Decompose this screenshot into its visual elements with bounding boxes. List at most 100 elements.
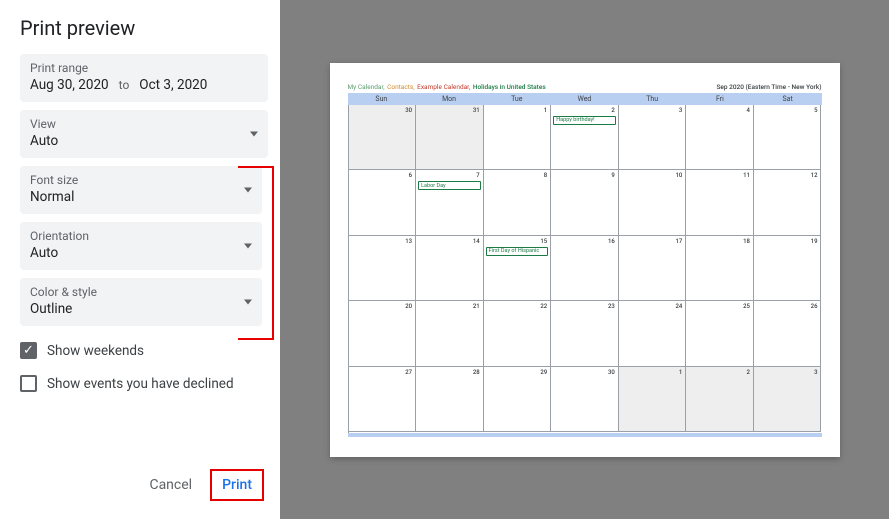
calendar-name: Contacts, — [387, 83, 416, 91]
calendar-cell: 25 — [686, 301, 754, 367]
day-number: 27 — [405, 369, 412, 376]
highlighted-dropdowns: Font size Normal Orientation Auto Color … — [20, 166, 268, 334]
dow-cell: Sun — [348, 93, 416, 105]
day-number: 8 — [544, 172, 547, 179]
day-number: 1 — [544, 107, 547, 114]
calendar-cell: 15 First Day of Hispanic — [484, 236, 552, 302]
colorstyle-dropdown[interactable]: Color & style Outline — [20, 278, 262, 326]
show-weekends-row[interactable]: ✓ Show weekends — [20, 342, 268, 359]
day-number: 4 — [747, 107, 750, 114]
day-number: 12 — [811, 172, 818, 179]
chevron-down-icon — [244, 244, 252, 249]
calendar-event: Labor Day — [418, 181, 481, 190]
calendar-cell: 10 — [619, 170, 687, 236]
fontsize-value: Normal — [30, 188, 252, 206]
calendar-event: Happy birthday! — [553, 116, 616, 125]
day-number: 18 — [743, 238, 750, 245]
range-end[interactable]: Oct 3, 2020 — [139, 76, 207, 94]
calendar-cell: 6 — [349, 170, 417, 236]
day-number: 3 — [679, 107, 682, 114]
day-number: 24 — [676, 303, 683, 310]
calendar-cell: 3 — [619, 105, 687, 171]
calendar-cell: 18 — [686, 236, 754, 302]
orientation-value: Auto — [30, 244, 252, 262]
calendar-cell: 21 — [416, 301, 484, 367]
calendar-cell: 23 — [551, 301, 619, 367]
fontsize-dropdown[interactable]: Font size Normal — [20, 166, 262, 214]
footer-accent — [348, 433, 822, 437]
day-number: 10 — [676, 172, 683, 179]
calendar-cell: 14 — [416, 236, 484, 302]
range-start[interactable]: Aug 30, 2020 — [30, 76, 109, 94]
calendar-cell: 29 — [484, 367, 552, 433]
day-number: 28 — [473, 369, 480, 376]
day-number: 19 — [811, 238, 818, 245]
calendar-name: Example Calendar, — [417, 83, 472, 91]
calendar-event: First Day of Hispanic — [486, 247, 549, 256]
day-number: 15 — [540, 238, 547, 245]
orientation-label: Orientation — [30, 228, 252, 244]
show-weekends-label: Show weekends — [47, 343, 144, 359]
calendar-cell: 2 Happy birthday! — [551, 105, 619, 171]
dow-cell: Tue — [483, 93, 551, 105]
view-dropdown[interactable]: View Auto — [20, 110, 268, 158]
day-number: 26 — [811, 303, 818, 310]
calendar-cell: 13 — [349, 236, 417, 302]
calendar-cell: 12 — [754, 170, 822, 236]
day-number: 17 — [676, 238, 683, 245]
calendar-cell: 30 — [551, 367, 619, 433]
cancel-button[interactable]: Cancel — [149, 477, 192, 493]
calendar-cell: 4 — [686, 105, 754, 171]
calendar-cell: 30 — [349, 105, 417, 171]
view-label: View — [30, 116, 258, 132]
calendar-cell: 3 — [754, 367, 822, 433]
day-number: 9 — [611, 172, 614, 179]
day-number: 13 — [405, 238, 412, 245]
calendar-name: Holidays in United States — [473, 83, 546, 91]
range-to: to — [119, 78, 130, 92]
day-number: 5 — [814, 107, 817, 114]
calendar-cell: 28 — [416, 367, 484, 433]
print-range-label: Print range — [30, 60, 258, 76]
day-of-week-row: SunMonTueWedThuFriSat — [348, 93, 822, 105]
page-title: Print preview — [20, 16, 268, 40]
print-sidebar: Print preview Print range Aug 30, 2020 t… — [0, 0, 280, 519]
dow-cell: Fri — [686, 93, 754, 105]
print-button[interactable]: Print — [210, 469, 264, 501]
day-number: 21 — [473, 303, 480, 310]
day-number: 11 — [743, 172, 750, 179]
calendar-cell: 8 — [484, 170, 552, 236]
orientation-dropdown[interactable]: Orientation Auto — [20, 222, 262, 270]
calendar-cell: 22 — [484, 301, 552, 367]
chevron-down-icon — [244, 188, 252, 193]
day-number: 31 — [473, 107, 480, 114]
calendar-cell: 9 — [551, 170, 619, 236]
chevron-down-icon — [250, 132, 258, 137]
day-number: 6 — [409, 172, 412, 179]
show-declined-row[interactable]: Show events you have declined — [20, 375, 268, 392]
calendar-cell: 19 — [754, 236, 822, 302]
preview-pane: My Calendar, Contacts, Example Calendar,… — [280, 0, 889, 519]
checkbox-checked-icon[interactable]: ✓ — [20, 342, 37, 359]
day-number: 29 — [540, 369, 547, 376]
colorstyle-value: Outline — [30, 300, 252, 318]
day-number: 16 — [608, 238, 615, 245]
day-number: 2 — [747, 369, 750, 376]
calendar-cell: 20 — [349, 301, 417, 367]
calendar-list: My Calendar, Contacts, Example Calendar,… — [348, 83, 547, 91]
checkbox-unchecked-icon[interactable] — [20, 375, 37, 392]
show-declined-label: Show events you have declined — [47, 376, 234, 392]
calendar-cell: 7Labor Day — [416, 170, 484, 236]
day-number: 14 — [473, 238, 480, 245]
dow-cell: Sat — [754, 93, 822, 105]
day-number: 20 — [405, 303, 412, 310]
calendar-cell: 17 — [619, 236, 687, 302]
view-value: Auto — [30, 132, 258, 150]
page-preview: My Calendar, Contacts, Example Calendar,… — [330, 63, 840, 457]
day-number: 2 — [611, 107, 614, 114]
print-range-group[interactable]: Print range Aug 30, 2020 to Oct 3, 2020 — [20, 54, 268, 102]
calendar-cell: 11 — [686, 170, 754, 236]
dow-cell: Mon — [415, 93, 483, 105]
calendar-cell: 5 — [754, 105, 822, 171]
day-number: 25 — [743, 303, 750, 310]
